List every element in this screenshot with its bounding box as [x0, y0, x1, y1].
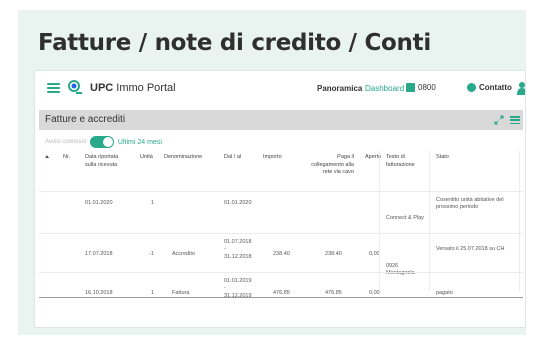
header-testo[interactable]: Testo di fatturazione	[386, 154, 426, 190]
phone-icon	[406, 83, 415, 92]
row3-denominazione: Fattura	[172, 290, 190, 296]
hamburger-menu-icon[interactable]	[47, 83, 60, 93]
panel-title: Fatture e accrediti	[45, 114, 126, 125]
app-bar: UPC Immo Portal Panoramica Dashboard 080…	[35, 71, 525, 105]
header-denominazione[interactable]: Denominazione	[164, 154, 202, 190]
row3-aperto: 0,00	[369, 290, 380, 296]
header-stato[interactable]: Stato	[436, 154, 449, 190]
row3-data: 16.10.2018	[85, 290, 113, 296]
phone-number: 0800	[418, 83, 436, 92]
sort-icon[interactable]	[45, 155, 49, 158]
header-nr[interactable]: Nr.	[63, 154, 70, 190]
brand-name[interactable]: UPC Immo Portal	[90, 82, 176, 94]
row2-importo: 238.40	[273, 251, 290, 257]
page-background: Fatture / note di credito / Conti UPC Im…	[18, 10, 526, 335]
row2-data: 17.07.2018	[85, 251, 113, 257]
header-importo[interactable]: Importo	[263, 154, 282, 190]
row3-pagamento: 476.85	[325, 290, 342, 296]
row3-stato: pagato	[436, 290, 453, 296]
row-divider	[39, 233, 523, 234]
row-divider	[39, 272, 523, 273]
row3-importo: 476.85	[273, 290, 290, 296]
row2-al: 31.12.2018	[224, 254, 252, 260]
row2-denominazione: Accredito	[172, 251, 195, 257]
phone-link[interactable]: 0800	[406, 83, 436, 92]
row1-unita: 1	[151, 200, 155, 206]
header-data[interactable]: Data riportata sulla ricevuta	[85, 154, 119, 190]
row2-pagamento: 238.40	[325, 251, 342, 257]
page-title: Fatture / note di credito / Conti	[38, 30, 431, 56]
row2-unita: -1	[149, 251, 154, 257]
portal-screenshot-card: UPC Immo Portal Panoramica Dashboard 080…	[34, 70, 526, 328]
table-bottom-border	[39, 297, 523, 298]
contact-icon	[467, 83, 476, 92]
column-divider	[519, 151, 520, 291]
contact-label: Contatto	[479, 83, 512, 92]
header-unita[interactable]: Unità	[140, 154, 153, 190]
row3-sep: -	[224, 285, 226, 291]
user-icon[interactable]	[517, 81, 526, 95]
header-dal-al[interactable]: Dal / al	[224, 154, 241, 190]
row1-data: 01.01.2020	[85, 200, 113, 206]
panel-menu-icon[interactable]	[510, 116, 520, 125]
row3-unita: 1	[151, 290, 155, 296]
row1-testo: Connect & Play	[386, 215, 424, 221]
contact-link[interactable]: Contatto	[467, 83, 512, 92]
toggle-on-label: Ultimi 24 mesi	[117, 138, 162, 146]
column-divider	[429, 151, 430, 291]
row2-sep: -	[224, 246, 226, 252]
toggle-row: Avvisi connessi Ultimi 24 mesi	[45, 135, 162, 149]
row3-dal: 01.01.2019	[224, 278, 252, 284]
panel-header: Fatture e accrediti	[39, 110, 523, 130]
header-divider	[39, 191, 523, 192]
row2-testo: 0926 Montagnola	[386, 263, 415, 276]
nav-panoramica[interactable]: Panoramica	[317, 84, 362, 93]
expand-icon[interactable]	[494, 115, 504, 125]
header-pagamento[interactable]: Paga il collegamento alla rete via cavo	[304, 154, 354, 190]
last-24-months-toggle[interactable]	[89, 136, 114, 148]
row2-stato: Versato il 25.07.2018 su CH	[436, 246, 505, 252]
row1-dal-al: 01.01.2020	[224, 200, 252, 206]
nav-dashboard[interactable]: Dashboard	[365, 84, 404, 93]
row2-dal: 01.07.2018	[224, 239, 252, 245]
row1-stato: Cosentito unità abitative del prossimo p…	[436, 197, 504, 210]
column-divider	[379, 151, 380, 291]
logo-icon	[68, 80, 82, 94]
toggle-label: Avvisi connessi	[45, 139, 86, 145]
